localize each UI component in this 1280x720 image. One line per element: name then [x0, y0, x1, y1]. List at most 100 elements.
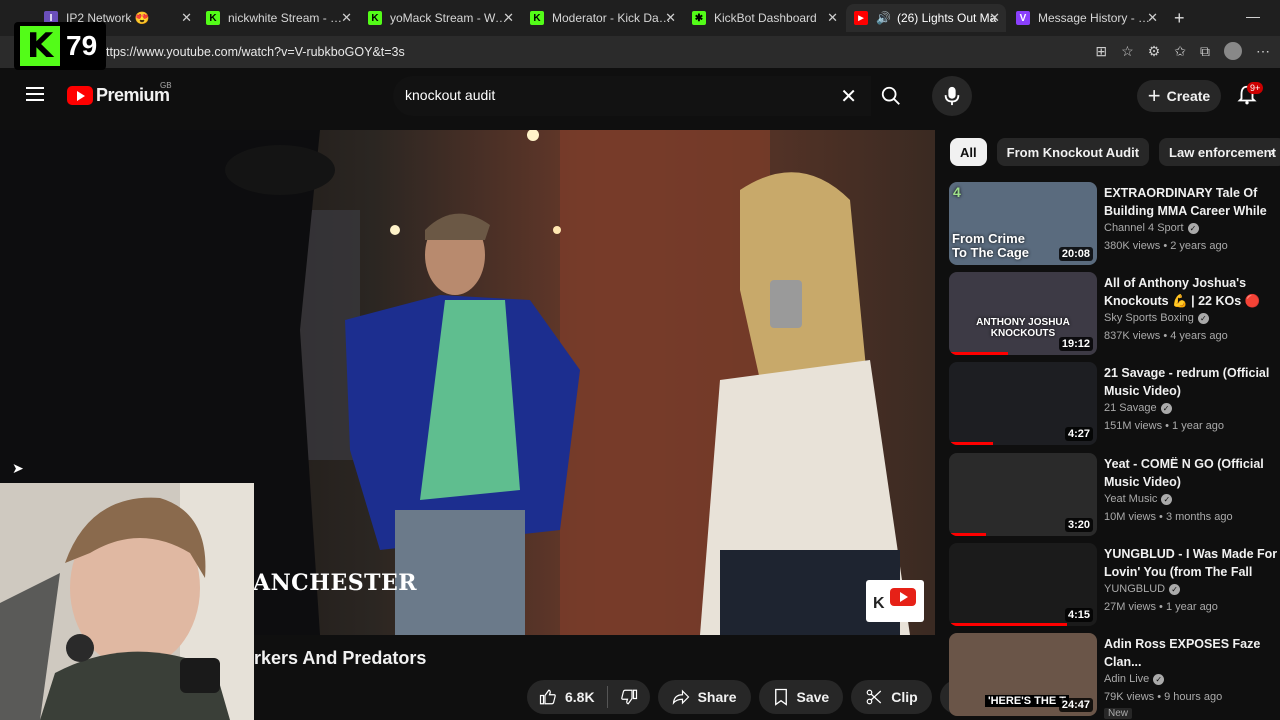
recommendation-title[interactable]: Adin Ross EXPOSES Faze Clan... — [1104, 635, 1279, 671]
search-input[interactable]: knockout audit ✕ — [393, 76, 871, 116]
verified-icon: ✓ — [1160, 402, 1172, 414]
create-button[interactable]: + Create — [1137, 80, 1221, 112]
video-thumbnail[interactable]: 4:27 — [949, 362, 1097, 445]
channel-name-row[interactable]: Channel 4 Sport ✓ — [1104, 222, 1199, 234]
verified-icon: ✓ — [1197, 312, 1209, 324]
extension-icon[interactable]: ⚙ — [1148, 43, 1161, 60]
recommendation-item[interactable]: 'HERE'S THE T 24:47 Adin Ross EXPOSES Faze… — [949, 633, 1279, 717]
tab-label: (26) Lights Out Ma — [896, 11, 997, 25]
video-thumbnail[interactable]: 3:20 — [949, 453, 1097, 536]
channel-name[interactable]: Channel 4 Sport — [1104, 222, 1184, 234]
browser-tab[interactable]: K Moderator - Kick Dashb ✕ — [522, 4, 682, 32]
video-thumbnail[interactable]: 4:15 — [949, 543, 1097, 626]
save-button[interactable]: Save — [758, 680, 844, 714]
channel-name-row[interactable]: Sky Sports Boxing ✓ — [1104, 312, 1209, 324]
app-grid-icon[interactable]: ⊞ — [1095, 43, 1107, 60]
hamburger-menu-icon[interactable] — [26, 87, 44, 101]
video-meta: 837K views • 4 years ago — [1104, 330, 1228, 342]
channel-name[interactable]: 21 Savage — [1104, 402, 1157, 414]
close-icon[interactable]: ✕ — [665, 10, 676, 26]
search-button[interactable] — [871, 76, 911, 116]
minimize-icon[interactable]: — — [1246, 8, 1260, 24]
recommendation-title[interactable]: YUNGBLUD - I Was Made For Lovin' You (fr… — [1104, 545, 1279, 581]
youtube-play-icon — [67, 86, 93, 105]
recommendation-item[interactable]: 4 From Crime To The Cage 20:08 EXTRAORDINAR… — [949, 182, 1279, 266]
video-duration: 19:12 — [1058, 337, 1093, 351]
recommendation-title[interactable]: 21 Savage - redrum (Official Music Video… — [1104, 364, 1279, 400]
recommendation-item[interactable]: 3:20 Yeat - COMË N GO (Official Music Vid… — [949, 453, 1279, 537]
clear-search-icon[interactable]: ✕ — [840, 84, 857, 109]
channel-name[interactable]: Yeat Music — [1104, 493, 1157, 505]
recommendation-item[interactable]: 4:27 21 Savage - redrum (Official Music V… — [949, 362, 1279, 446]
channel-name-row[interactable]: YUNGBLUD ✓ — [1104, 583, 1181, 595]
channel-name-row[interactable]: Adin Live ✓ — [1104, 673, 1165, 685]
close-icon[interactable]: ✕ — [1147, 10, 1158, 26]
chip-from-channel[interactable]: From Knockout Audit — [996, 138, 1150, 166]
youtube-header: Premium GB knockout audit ✕ + Create 9+ — [0, 70, 1280, 124]
like-button[interactable]: 6.8K — [527, 680, 607, 714]
favorites-icon[interactable]: ✩ — [1174, 43, 1186, 60]
collections-icon[interactable]: ⧉ — [1200, 43, 1210, 60]
recommendation-title[interactable]: All of Anthony Joshua's Knockouts 💪 | 22… — [1104, 274, 1279, 310]
close-icon[interactable]: ✕ — [341, 10, 352, 26]
chip-all[interactable]: All — [950, 138, 987, 166]
kick-favicon-icon: K — [206, 11, 220, 25]
view-count: 79K views — [1104, 691, 1155, 703]
browser-tab-active[interactable]: ▶ 🔊 (26) Lights Out Ma ✕ — [846, 4, 1006, 32]
video-thumbnail[interactable]: ANTHONY JOSHUA KNOCKOUTS 19:12 — [949, 272, 1097, 355]
dislike-button[interactable] — [608, 680, 650, 714]
channel-name[interactable]: Sky Sports Boxing — [1104, 312, 1194, 324]
voice-search-button[interactable] — [932, 76, 972, 116]
view-count: 837K views — [1104, 330, 1161, 342]
profile-avatar[interactable] — [1224, 42, 1242, 60]
browser-tab[interactable]: K yoMack Stream - Watch ✕ — [360, 4, 520, 32]
clip-label: Clip — [891, 689, 918, 705]
star-icon[interactable]: ☆ — [1121, 43, 1134, 60]
country-code: GB — [160, 81, 172, 90]
more-icon[interactable]: ⋯ — [1256, 43, 1270, 60]
browser-tab[interactable]: ✱ KickBot Dashboard ✕ — [684, 4, 844, 32]
video-duration: 24:47 — [1058, 698, 1093, 712]
close-icon[interactable]: ✕ — [827, 10, 838, 26]
clip-button[interactable]: Clip — [851, 680, 932, 714]
close-icon[interactable]: ✕ — [181, 10, 192, 26]
recommendation-title[interactable]: Yeat - COMË N GO (Official Music Video) — [1104, 455, 1279, 491]
viewer-count: 79 — [66, 30, 98, 61]
channel-name-row[interactable]: 21 Savage ✓ — [1104, 402, 1172, 414]
new-tab-icon[interactable]: + — [1174, 8, 1185, 29]
channel-name[interactable]: YUNGBLUD — [1104, 583, 1165, 595]
kick-favicon-icon: K — [368, 11, 382, 25]
bookmark-icon — [774, 688, 787, 706]
video-thumbnail[interactable]: 4 From Crime To The Cage 20:08 — [949, 182, 1097, 265]
tab-label: Moderator - Kick Dashb — [552, 11, 674, 25]
recommendation-item[interactable]: 4:15 YUNGBLUD - I Was Made For Lovin' You… — [949, 543, 1279, 627]
subscribe-watermark[interactable]: K — [866, 580, 924, 622]
search-query[interactable]: knockout audit — [405, 87, 495, 103]
new-badge: New — [1104, 708, 1133, 719]
tab-label: Message History - Voxb — [1038, 11, 1156, 25]
video-meta: 79K views • 9 hours ago — [1104, 691, 1222, 703]
filter-chips: All From Knockout Audit Law enforcement — [950, 138, 1280, 166]
speaker-icon[interactable]: 🔊 — [876, 11, 891, 25]
channel-name-row[interactable]: Yeat Music ✓ — [1104, 493, 1173, 505]
video-meta: 380K views • 2 years ago — [1104, 240, 1228, 252]
view-count: 151M views — [1104, 420, 1163, 432]
share-button[interactable]: Share — [657, 680, 751, 714]
video-thumbnail[interactable]: 'HERE'S THE T 24:47 — [949, 633, 1097, 716]
youtube-logo[interactable]: Premium GB — [67, 81, 172, 106]
browser-tab[interactable]: K nickwhite Stream - Watch ✕ — [198, 4, 358, 32]
video-duration: 4:27 — [1064, 427, 1093, 441]
recommendation-item[interactable]: ANTHONY JOSHUA KNOCKOUTS 19:12 All of Anth… — [949, 272, 1279, 356]
close-icon[interactable]: ✕ — [503, 10, 514, 26]
recommendation-title[interactable]: EXTRAORDINARY Tale Of Building MMA Caree… — [1104, 184, 1279, 220]
upload-age: 1 year ago — [1165, 601, 1218, 613]
separator-dot: • — [1160, 240, 1171, 252]
channel-name[interactable]: Adin Live — [1104, 673, 1149, 685]
url-text[interactable]: ttps://www.youtube.com/watch?v=V-rubkboG… — [106, 45, 405, 59]
address-bar[interactable]: ttps://www.youtube.com/watch?v=V-rubkboG… — [0, 36, 1280, 68]
chevron-right-icon[interactable]: › — [1270, 145, 1274, 159]
chip-law-enforcement[interactable]: Law enforcement — [1159, 138, 1280, 166]
browser-tab[interactable]: V Message History - Voxb ✕ — [1008, 4, 1164, 32]
close-icon[interactable]: ✕ — [989, 10, 1000, 26]
search-icon — [881, 86, 900, 105]
